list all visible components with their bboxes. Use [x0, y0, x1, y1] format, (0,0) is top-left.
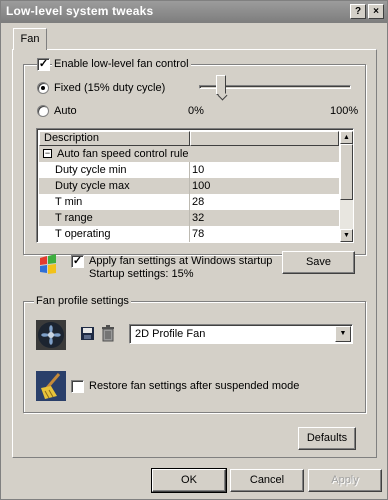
fan-profile-group	[23, 301, 366, 413]
check-icon: ✓	[38, 58, 49, 70]
trash-icon[interactable]	[100, 325, 116, 342]
apply-button[interactable]: Apply	[308, 469, 382, 492]
fan-icon	[36, 320, 66, 350]
apply-button-label: Apply	[331, 474, 359, 486]
broom-restore-icon	[36, 371, 66, 401]
fixed-mode-radio[interactable]	[37, 82, 49, 94]
row-name: Duty cycle min	[55, 164, 127, 176]
row-value: 100	[192, 180, 211, 192]
ok-button[interactable]: OK	[151, 468, 227, 493]
list-group-row[interactable]: − Auto fan speed control rule	[39, 146, 339, 162]
column-description[interactable]: Description	[39, 131, 190, 146]
tab-fan[interactable]: Fan	[13, 28, 47, 50]
close-icon: ×	[373, 6, 379, 17]
column-divider	[189, 178, 190, 194]
cancel-button-label: Cancel	[249, 474, 285, 486]
collapse-icon[interactable]: −	[43, 149, 52, 158]
list-row[interactable]: Duty cycle max 100	[39, 178, 339, 194]
scroll-up-button[interactable]: ▲	[340, 131, 353, 144]
radio-dot	[41, 86, 45, 90]
row-value: 32	[192, 212, 205, 224]
save-button-label: Save	[305, 256, 332, 268]
auto-mode-label: Auto	[54, 105, 77, 117]
auto-mode-radio[interactable]	[37, 105, 49, 117]
duty-cycle-slider-thumb[interactable]	[216, 75, 226, 95]
arrow-up-icon: ▲	[343, 134, 350, 141]
windows-startup-icon	[40, 254, 56, 274]
cancel-button[interactable]: Cancel	[230, 469, 304, 492]
apply-at-startup-checkbox[interactable]: ✓	[71, 255, 84, 268]
column-divider	[189, 162, 190, 178]
defaults-button[interactable]: Defaults	[298, 427, 356, 450]
enable-fan-control-checkbox[interactable]: ✓	[37, 58, 50, 71]
group-label: Auto fan speed control rule	[57, 148, 189, 160]
close-button[interactable]: ×	[368, 4, 384, 19]
list-row[interactable]: Duty cycle min 10	[39, 162, 339, 178]
list-row[interactable]: T operating 78	[39, 226, 339, 242]
list-scrollbar[interactable]: ▲ ▼	[340, 131, 353, 242]
ok-button-label: OK	[181, 474, 197, 486]
save-button[interactable]: Save	[282, 251, 355, 274]
column-divider	[189, 226, 190, 242]
row-name: T operating	[55, 228, 111, 240]
tab-fan-label: Fan	[20, 33, 40, 45]
list-row[interactable]: T min 28	[39, 194, 339, 210]
row-value: 78	[192, 228, 205, 240]
row-value: 28	[192, 196, 205, 208]
row-name: Duty cycle max	[55, 180, 130, 192]
defaults-button-label: Defaults	[306, 432, 348, 444]
fan-rule-list[interactable]: Description − Auto fan speed control rul…	[36, 128, 354, 243]
column-value[interactable]	[190, 131, 339, 146]
scroll-thumb[interactable]	[340, 144, 353, 200]
restore-after-suspend-label: Restore fan settings after suspended mod…	[89, 380, 300, 392]
fan-profile-selected: 2D Profile Fan	[135, 328, 206, 340]
title-bar[interactable]: Low-level system tweaks ? ×	[1, 1, 387, 23]
list-row[interactable]: T range 32	[39, 210, 339, 226]
column-divider	[189, 194, 190, 210]
save-disk-icon[interactable]	[80, 326, 95, 341]
apply-at-startup-label: Apply fan settings at Windows startup	[89, 255, 273, 267]
chevron-down-icon[interactable]: ▼	[335, 326, 351, 342]
arrow-down-icon: ▼	[343, 232, 350, 239]
fan-profile-group-label: Fan profile settings	[34, 295, 131, 307]
slider-max-label: 100%	[330, 105, 359, 117]
restore-after-suspend-checkbox[interactable]	[71, 380, 84, 393]
slider-min-label: 0%	[188, 105, 204, 117]
scroll-down-button[interactable]: ▼	[340, 229, 353, 242]
help-button[interactable]: ?	[350, 4, 366, 19]
column-divider	[189, 210, 190, 226]
startup-settings-text: Startup settings: 15%	[89, 268, 194, 280]
list-header: Description	[39, 131, 339, 146]
row-value: 10	[192, 164, 205, 176]
dialog-window: Low-level system tweaks ? × Fan ✓ Enable…	[0, 0, 388, 500]
row-name: T range	[55, 212, 93, 224]
fan-profile-select[interactable]: 2D Profile Fan ▼	[129, 324, 353, 344]
window-title: Low-level system tweaks	[6, 4, 154, 18]
enable-fan-control-label: Enable low-level fan control	[52, 58, 191, 70]
fixed-mode-label: Fixed (15% duty cycle)	[54, 82, 166, 94]
help-icon: ?	[354, 6, 362, 17]
check-icon: ✓	[72, 255, 83, 267]
row-name: T min	[55, 196, 83, 208]
